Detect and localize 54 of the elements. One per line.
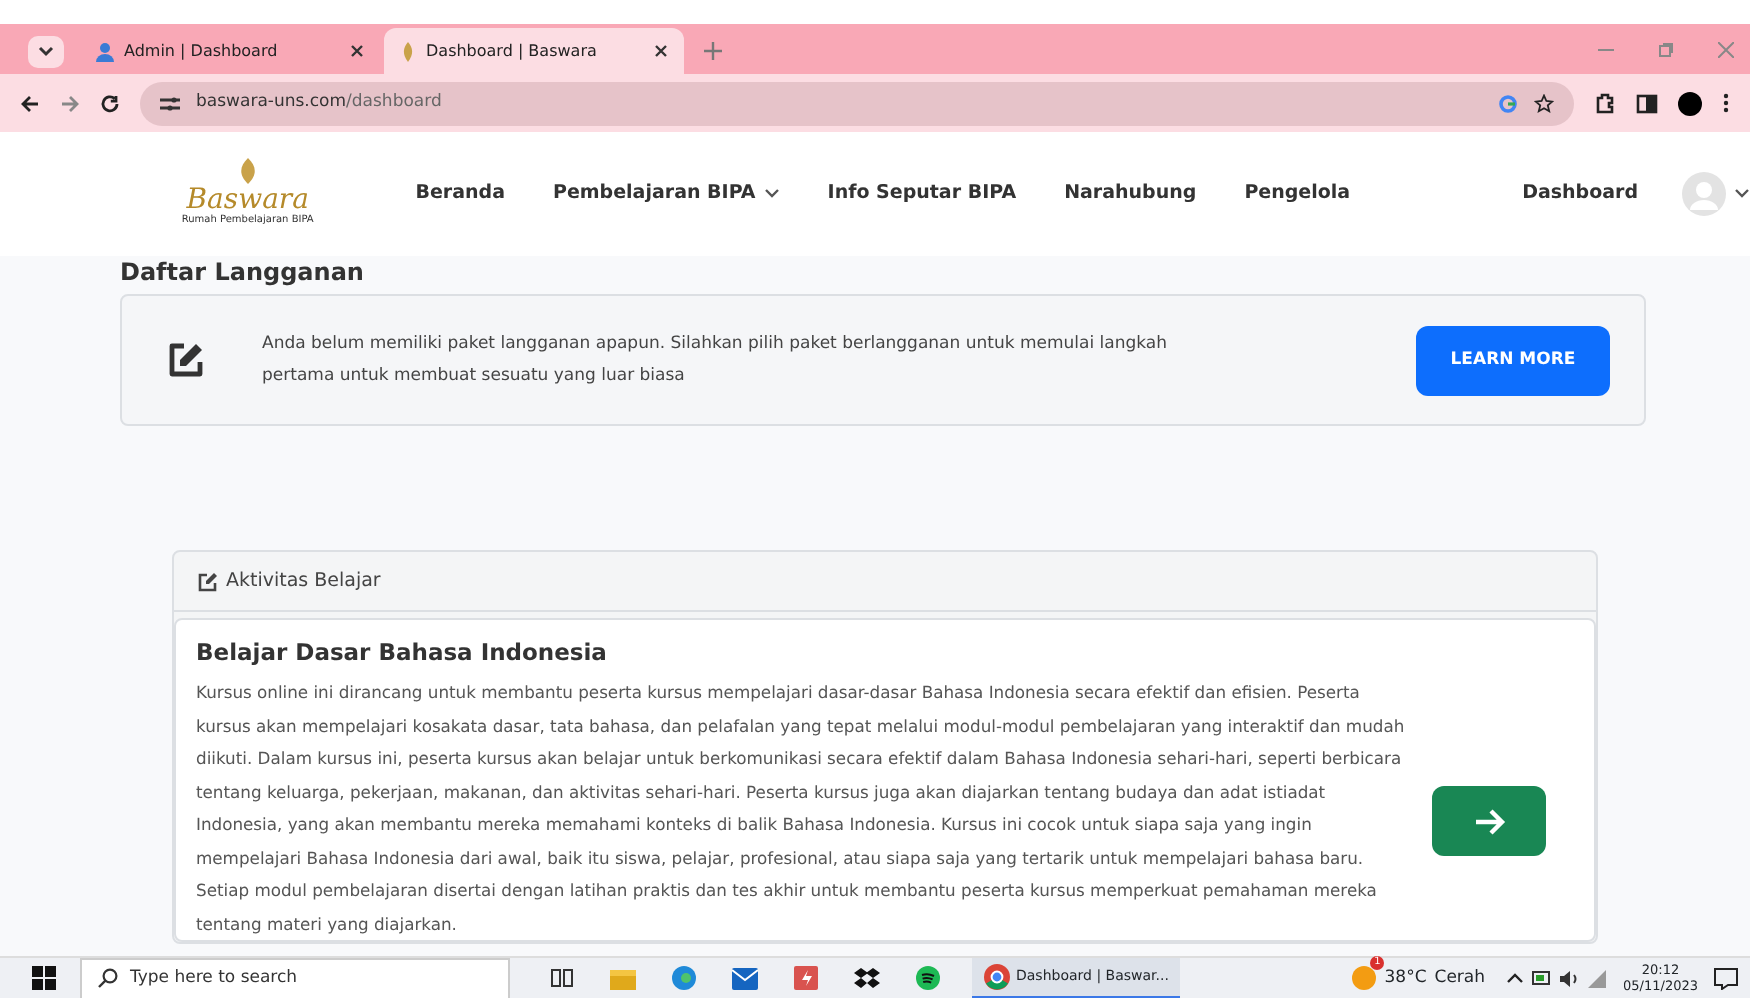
side-panel-icon[interactable]: [1636, 93, 1658, 113]
address-bar[interactable]: baswara-uns.com/dashboard: [140, 81, 1574, 125]
back-icon[interactable]: [20, 93, 40, 113]
windows-start-icon[interactable]: [32, 966, 56, 990]
avatar-icon: [1682, 172, 1726, 216]
search-icon: [98, 968, 118, 988]
favicon-icon: [400, 41, 416, 61]
taskbar-search-field[interactable]: Type here to search: [80, 957, 510, 998]
reload-icon[interactable]: [100, 93, 120, 113]
open-course-button[interactable]: [1432, 786, 1546, 857]
section-heading: Daftar Langganan: [120, 256, 366, 287]
browser-tab[interactable]: Admin | Dashboard: [80, 28, 380, 74]
temperature-text: 38°C: [1384, 965, 1427, 991]
browser-tab[interactable]: Dashboard | Baswara: [384, 28, 684, 74]
chevron-icon: [1734, 188, 1750, 200]
mail-icon[interactable]: [732, 967, 758, 989]
edit-icon: [198, 571, 218, 592]
person-icon: [96, 41, 114, 61]
card-header-title: Aktivitas Belajar: [226, 567, 381, 596]
profile-icon[interactable]: [1678, 91, 1702, 115]
battery-icon[interactable]: [1531, 970, 1552, 986]
close-icon[interactable]: [654, 44, 668, 58]
forward-icon[interactable]: [60, 93, 80, 113]
arrow-right-icon: [1473, 807, 1505, 836]
subscription-message: Anda belum memiliki paket langganan apapun. Silahkan pilih paket berlangganan untuk memulai langkah pertama untuk membuat sesuatu yang luar biasa: [262, 332, 1169, 391]
star-icon[interactable]: [1534, 93, 1554, 113]
app-icon[interactable]: [794, 966, 818, 990]
extensions-icon[interactable]: [1594, 92, 1616, 114]
site-settings-icon: [160, 95, 180, 111]
course-title: Belajar Dasar Bahasa Indonesia: [196, 640, 609, 669]
learn-more-button[interactable]: LEARN MORE: [1416, 325, 1610, 396]
nav-link[interactable]: Pembelajaran BIPA: [553, 179, 780, 209]
browser-icon[interactable]: [672, 966, 696, 990]
speaker-icon[interactable]: [1559, 969, 1580, 987]
nav-link[interactable]: Dashboard: [1522, 179, 1638, 209]
weather-text: Cerah: [1434, 965, 1486, 991]
nav-link[interactable]: Beranda: [415, 179, 505, 209]
notifications-icon[interactable]: [1714, 967, 1738, 989]
edit-icon: [166, 340, 206, 381]
url-text: baswara-uns.com/dashboard: [196, 90, 442, 116]
nav-link[interactable]: Info Seputar BIPA: [827, 179, 1017, 209]
music-app-icon[interactable]: [916, 966, 940, 990]
nav-link[interactable]: Narahubung: [1064, 179, 1197, 209]
chevron-icon: [38, 46, 54, 58]
menu-icon[interactable]: [1722, 92, 1730, 114]
dropbox-icon[interactable]: [854, 967, 880, 989]
course-description: Kursus online ini dirancang untuk membantu peserta kursus mempelajari dasar-dasar Bahasa Indonesia secara efektif dan efisien. Peserta kursus akan mempelajari kosakata dasar, tata bahasa, dan pelafalan yang tepat melalui modul-modul pembelajaran yang interaktif dan mudah diikuti. Dalam kursus ini, peserta kursus akan belajar untuk berkomunikasi secara efektif dalam Bahasa Indonesia sehari-hari, seperti berbicara tentang keluarga, pekerjaan, makanan, dan aktivitas sehari-hari. Peserta kursus juga akan diajarkan tentang budaya dan adat istiadat Indonesia, yang akan membantu mereka memahami konteks di balik Bahasa Indonesia. Kursus ini cocok untuk siapa saja yang ingin mempelajari Bahasa Indonesia dari awal, baik itu siswa, pelajar, profesional, atau siapa saja yang tertarik untuk mempelajari bahasa baru. Setiap modul pembelajaran disertai dengan latihan praktis dan tes akhir untuk membantu peserta kursus memperkuat pemahaman mereka tentang materi yang diajarkan.: [196, 680, 1407, 938]
chrome-icon: [984, 963, 1010, 989]
task-view-icon[interactable]: [550, 968, 574, 988]
chevron-up-icon[interactable]: [1505, 972, 1524, 984]
nav-link[interactable]: Pengelola: [1244, 179, 1351, 209]
tab-list-button[interactable]: [28, 36, 64, 68]
close-icon[interactable]: [350, 44, 364, 58]
weather-icon[interactable]: [1352, 966, 1377, 990]
